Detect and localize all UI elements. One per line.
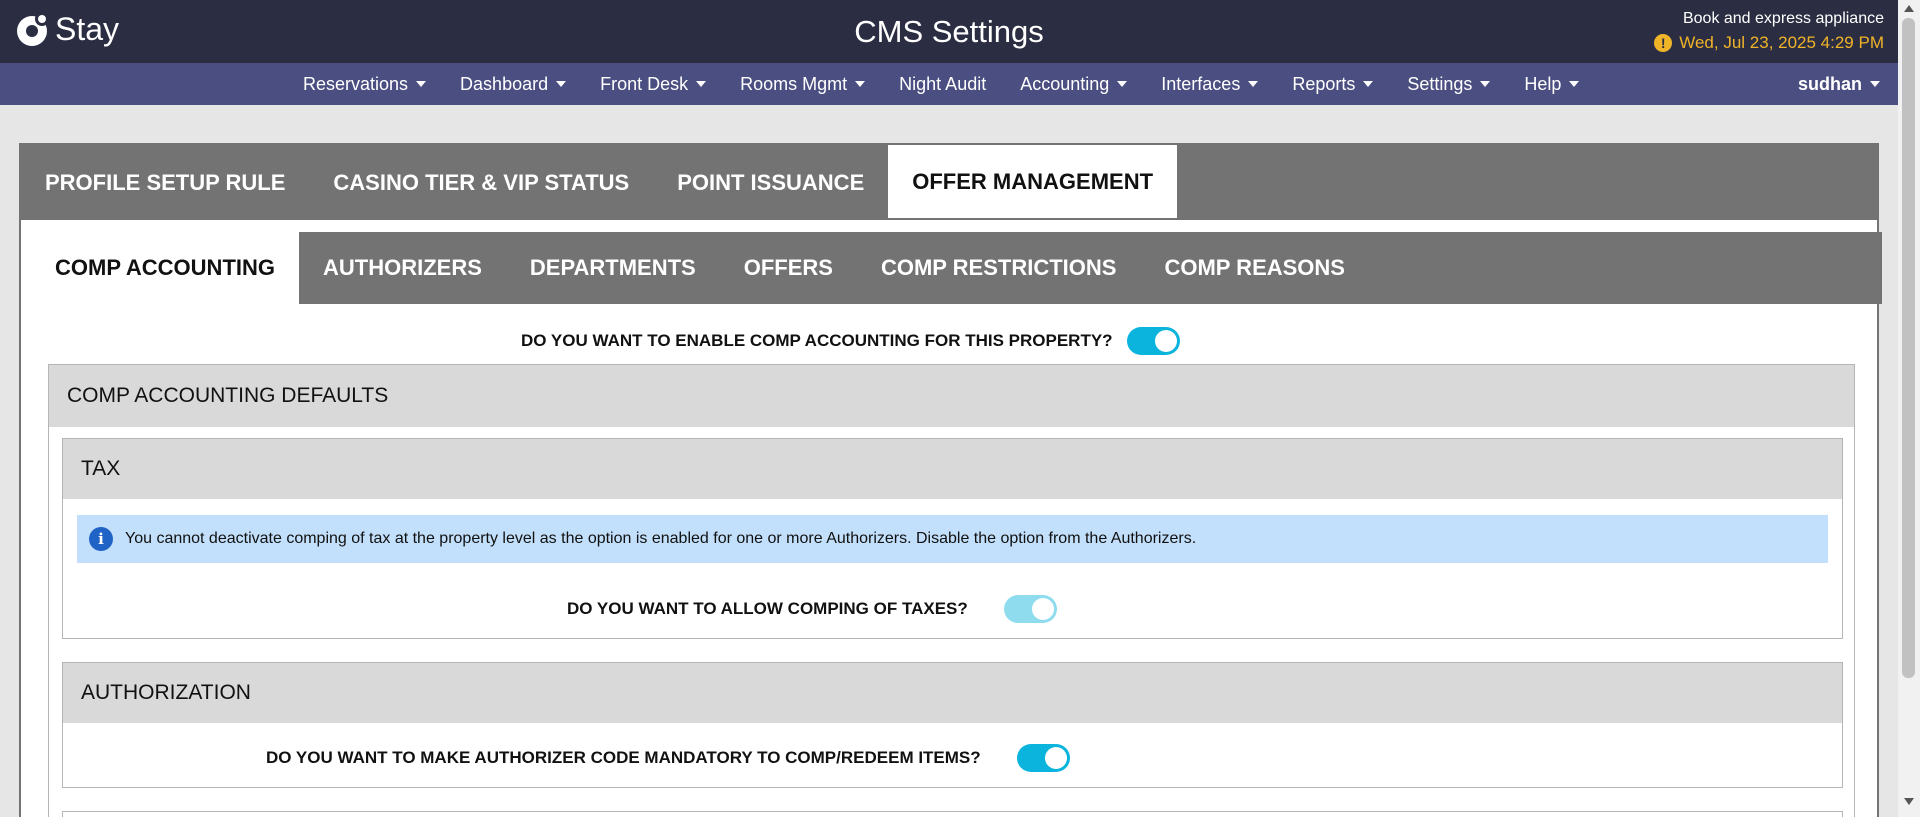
subtab-offers[interactable]: OFFERS <box>720 232 857 304</box>
allow-comping-taxes-row: DO YOU WANT TO ALLOW COMPING OF TAXES? <box>567 595 1057 623</box>
nav-item-label: Reservations <box>303 74 409 94</box>
chevron-down-icon <box>1870 81 1880 87</box>
nav-item-night-audit[interactable]: Night Audit <box>882 63 1003 105</box>
tab-point-issuance[interactable]: POINT ISSUANCE <box>653 145 888 220</box>
authorizer-code-mandatory-toggle[interactable] <box>1016 744 1070 772</box>
nav-item-label: Accounting <box>1020 74 1110 94</box>
comp-accounting-defaults-header: COMP ACCOUNTING DEFAULTS <box>49 365 1854 427</box>
nav-item-rooms-mgmt[interactable]: Rooms Mgmt <box>723 63 882 105</box>
chevron-down-icon <box>696 81 707 87</box>
nav-item-label: Dashboard <box>460 74 549 94</box>
primary-tabs: PROFILE SETUP RULE CASINO TIER & VIP STAT… <box>21 145 1877 220</box>
authorization-panel: AUTHORIZATION DO YOU WANT TO MAKE AUTHOR… <box>62 662 1843 788</box>
tab-profile-setup-rule[interactable]: PROFILE SETUP RULE <box>21 145 309 220</box>
subtab-comp-restrictions[interactable]: COMP RESTRICTIONS <box>857 232 1141 304</box>
chevron-down-icon <box>1248 81 1259 87</box>
page-scrollbar[interactable] <box>1898 0 1920 817</box>
nav-item-front-desk[interactable]: Front Desk <box>583 63 723 105</box>
tab-offer-management[interactable]: OFFER MANAGEMENT <box>888 145 1178 218</box>
warning-icon: ! <box>1654 34 1673 52</box>
comp-accounting-defaults-panel: COMP ACCOUNTING DEFAULTS TAX i You canno… <box>48 364 1855 817</box>
property-info: Book and express appliance ! Wed, Jul 23… <box>1654 10 1884 53</box>
enable-comp-accounting-row: DO YOU WANT TO ENABLE COMP ACCOUNTING FO… <box>521 327 1180 355</box>
tab-casino-tier-vip-status[interactable]: CASINO TIER & VIP STATUS <box>309 145 653 220</box>
scroll-down-icon[interactable] <box>1904 798 1914 805</box>
app-logo[interactable]: Stay <box>17 10 119 48</box>
subtab-comp-reasons[interactable]: COMP REASONS <box>1140 232 1369 304</box>
chevron-down-icon <box>556 81 567 87</box>
authorizer-code-mandatory-row: DO YOU WANT TO MAKE AUTHORIZER CODE MAND… <box>266 744 1070 772</box>
nav-item-dashboard[interactable]: Dashboard <box>443 63 583 105</box>
enable-comp-accounting-label: DO YOU WANT TO ENABLE COMP ACCOUNTING FO… <box>521 331 1113 350</box>
tax-header: TAX <box>63 439 1842 499</box>
tax-panel: TAX i You cannot deactivate comping of t… <box>62 438 1843 639</box>
subtab-departments[interactable]: DEPARTMENTS <box>506 232 720 304</box>
nav-item-label: Reports <box>1292 74 1356 94</box>
info-icon: i <box>89 527 113 551</box>
nav-item-label: Interfaces <box>1161 74 1241 94</box>
scroll-thumb[interactable] <box>1902 18 1915 678</box>
main-nav: Reservations Dashboard Front Desk Rooms Mgm… <box>0 63 1898 105</box>
nav-item-help[interactable]: Help <box>1507 63 1596 105</box>
tax-info-text: You cannot deactivate comping of tax at … <box>125 530 1197 547</box>
chevron-down-icon <box>1569 81 1580 87</box>
nav-item-interfaces[interactable]: Interfaces <box>1144 63 1275 105</box>
nav-item-settings[interactable]: Settings <box>1390 63 1507 105</box>
nav-item-reports[interactable]: Reports <box>1275 63 1390 105</box>
chevron-down-icon <box>416 81 427 87</box>
user-name: sudhan <box>1797 74 1862 94</box>
next-section-panel <box>62 811 1843 817</box>
chevron-down-icon <box>1480 81 1491 87</box>
settings-container: PROFILE SETUP RULE CASINO TIER & VIP STAT… <box>19 143 1882 817</box>
nav-item-label: Settings <box>1407 74 1473 94</box>
authorization-header: AUTHORIZATION <box>63 663 1842 723</box>
property-name: Book and express appliance <box>1682 10 1884 27</box>
chevron-down-icon <box>1117 81 1128 87</box>
subtab-comp-accounting[interactable]: COMP ACCOUNTING <box>21 232 299 304</box>
nav-item-label: Night Audit <box>899 74 987 94</box>
nav-item-label: Help <box>1524 74 1562 94</box>
chevron-down-icon <box>855 81 866 87</box>
enable-comp-accounting-toggle[interactable] <box>1126 327 1180 355</box>
business-datetime: ! Wed, Jul 23, 2025 4:29 PM <box>1654 33 1884 53</box>
allow-comping-taxes-label: DO YOU WANT TO ALLOW COMPING OF TAXES? <box>567 599 968 618</box>
nav-item-label: Rooms Mgmt <box>740 74 848 94</box>
datetime-text: Wed, Jul 23, 2025 4:29 PM <box>1679 33 1884 52</box>
authorizer-code-mandatory-label: DO YOU WANT TO MAKE AUTHORIZER CODE MAND… <box>266 748 981 767</box>
tax-info-message: i You cannot deactivate comping of tax a… <box>77 515 1828 563</box>
nav-item-label: Front Desk <box>600 74 689 94</box>
scroll-up-icon[interactable] <box>1904 5 1914 12</box>
top-header: Stay CMS Settings Book and express appli… <box>0 0 1898 63</box>
page-title: CMS Settings <box>854 14 1044 49</box>
chevron-down-icon <box>1363 81 1374 87</box>
allow-comping-taxes-toggle[interactable] <box>1003 595 1057 623</box>
nav-item-reservations[interactable]: Reservations <box>286 63 443 105</box>
logo-mark-icon <box>17 10 51 48</box>
secondary-tabs: COMP ACCOUNTING AUTHORIZERS DEPARTMENTS OFF… <box>21 232 1882 304</box>
logo-text: Stay <box>55 10 120 47</box>
user-menu[interactable]: sudhan <box>1798 63 1880 105</box>
nav-item-accounting[interactable]: Accounting <box>1003 63 1144 105</box>
subtab-authorizers[interactable]: AUTHORIZERS <box>299 232 506 304</box>
